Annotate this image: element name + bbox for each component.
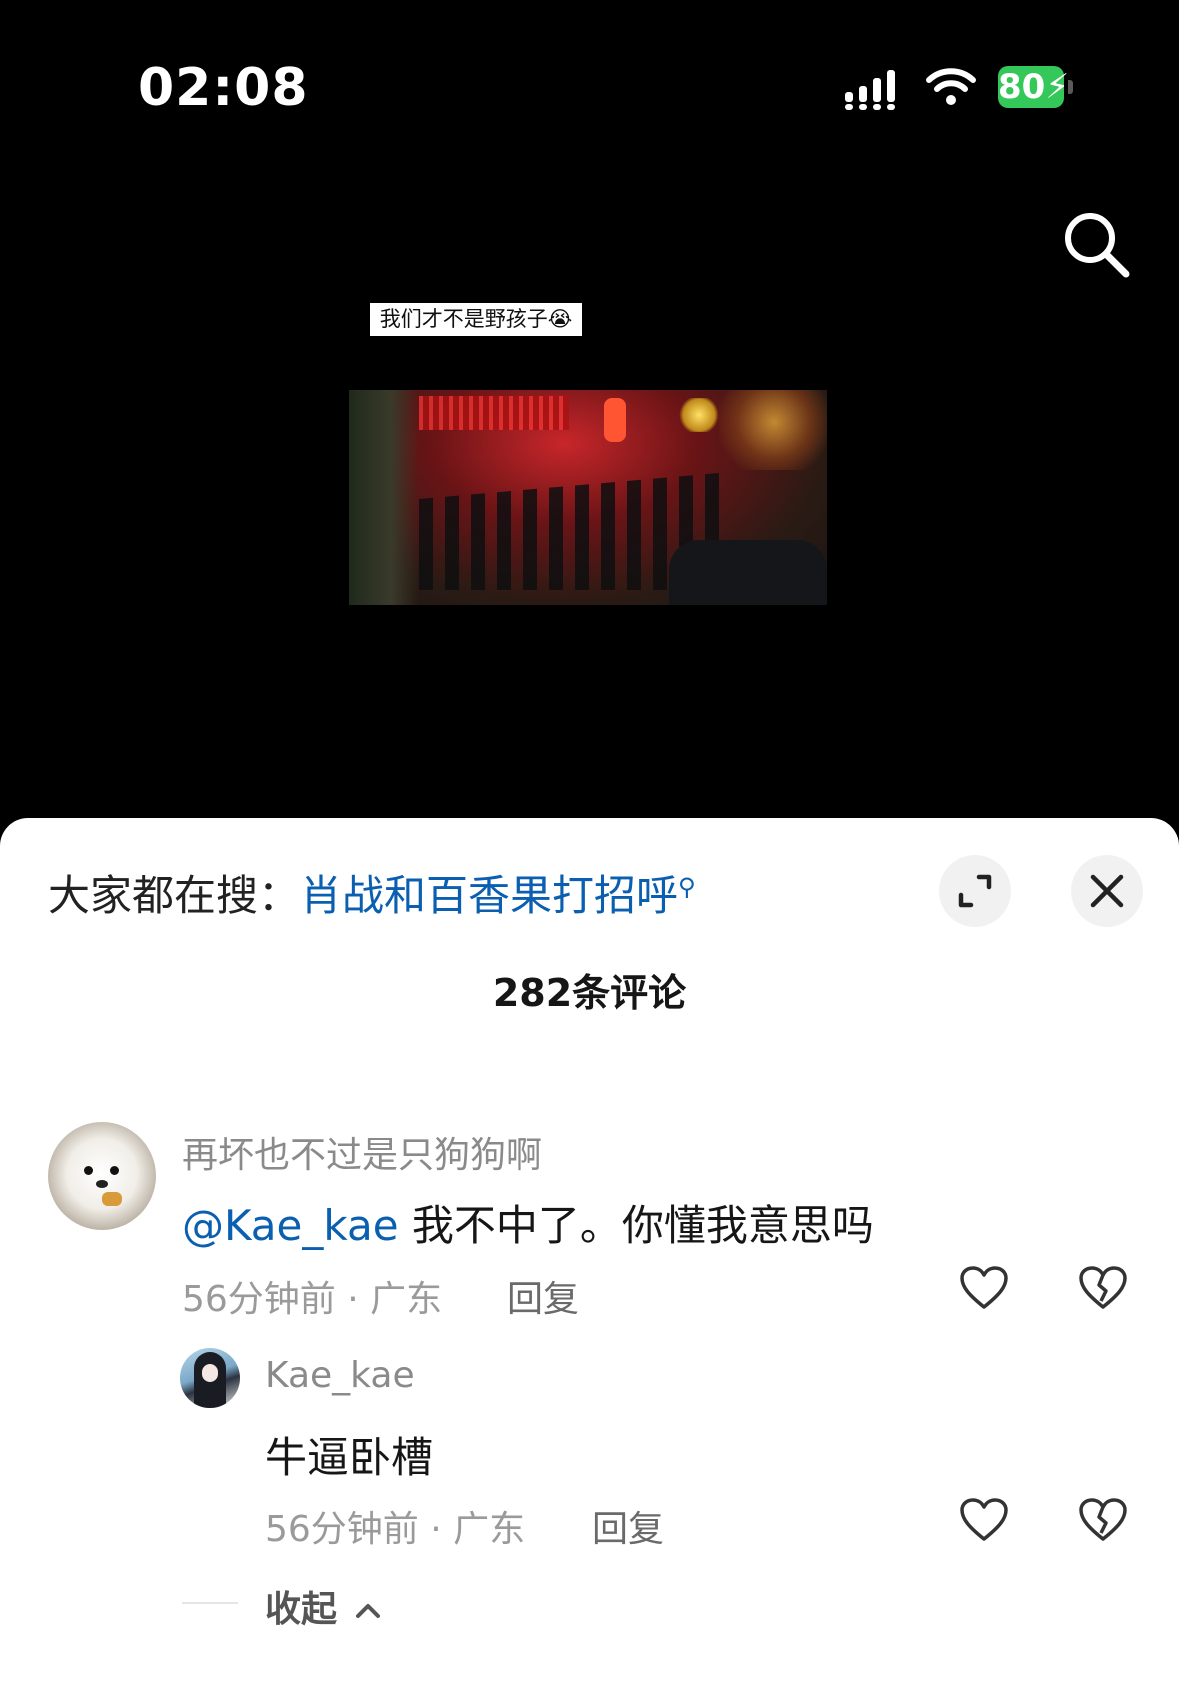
avatar-eye [84,1166,93,1175]
video-scene-light [679,398,719,432]
collapse-replies-button[interactable]: 收起 [265,1580,382,1632]
comment-meta: 56分钟前 · 广东 [182,1279,443,1320]
expand-icon [958,874,992,908]
video-player[interactable] [349,390,827,605]
cellular-signal-icon [845,70,895,110]
reply-avatar[interactable] [180,1348,240,1408]
close-icon [1090,874,1124,908]
collapse-label: 收起 [265,1589,338,1630]
small-search-icon: ⚲ [678,873,696,901]
collapse-divider [182,1602,238,1604]
wifi-icon [926,68,976,105]
reply-button[interactable]: 回复 [507,1270,579,1322]
reply-text: 牛逼卧槽 [265,1433,434,1482]
avatar[interactable] [48,1122,156,1230]
video-scene-fence [419,396,569,430]
avatar-face [202,1364,218,1382]
reply-username[interactable]: Kae_kae [265,1355,415,1396]
comment-username[interactable]: 再坏也不过是只狗狗啊 [182,1126,542,1178]
avatar-cookie [102,1192,122,1206]
status-time: 02:08 [138,58,309,118]
avatar-nose [96,1180,108,1188]
like-icon[interactable] [959,1497,1009,1543]
dislike-icon[interactable] [1078,1265,1128,1311]
reply-reply-button[interactable]: 回复 [592,1500,664,1552]
like-icon[interactable] [959,1265,1009,1311]
battery-level: 80 [998,67,1046,107]
comment-body: 我不中了。你懂我意思吗 [398,1201,874,1250]
dislike-icon[interactable] [1078,1497,1128,1543]
battery-cap [1068,80,1073,94]
comment-mention[interactable]: @Kae_kae [182,1201,399,1250]
search-icon[interactable] [1062,210,1132,280]
video-caption: 我们才不是野孩子😭 [370,303,582,336]
video-scene-lights [719,390,827,470]
close-button[interactable] [1071,855,1143,927]
expand-button[interactable] [939,855,1011,927]
video-scene-trees [349,390,419,605]
trending-prefix: 大家都在搜： [48,871,301,920]
comment-count: 282条评论 [492,971,687,1015]
trending-keyword[interactable]: 肖战和百香果打招呼 [300,871,678,920]
trending-search[interactable]: 大家都在搜：肖战和百香果打招呼⚲ [48,862,696,923]
comment-text: @Kae_kae 我不中了。你懂我意思吗 [182,1192,874,1253]
reply-meta: 56分钟前 · 广东 [265,1509,526,1550]
chevron-up-icon [355,1604,380,1618]
video-scene-lantern [604,398,626,442]
video-scene-car [669,540,827,605]
avatar-eye [110,1166,119,1175]
battery-indicator: 80⚡ [998,66,1070,108]
